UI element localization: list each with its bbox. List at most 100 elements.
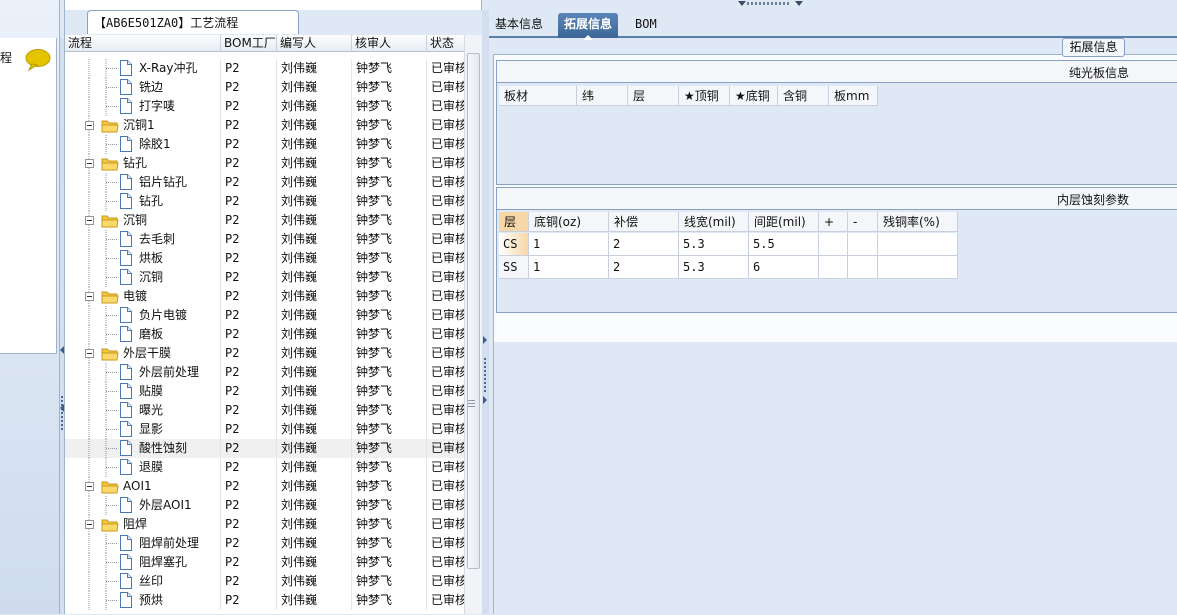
writer-cell[interactable]: 刘伟巍 [277,173,352,192]
process-name-cell[interactable]: 阻焊前处理 [65,534,221,553]
bom-factory-cell[interactable]: P2 [221,363,277,382]
table-row[interactable]: 曝光 P2 刘伟巍 钟梦飞 已审核 [65,401,464,420]
bom-factory-cell[interactable]: P2 [221,249,277,268]
process-name-cell[interactable]: 外层前处理 [65,363,221,382]
status-cell[interactable]: 已审核 [427,439,464,458]
checker-cell[interactable]: 钟梦飞 [352,572,427,591]
middle-splitter[interactable] [482,10,489,614]
etch-layer-cell[interactable]: CS [499,233,529,256]
checker-cell[interactable]: 钟梦飞 [352,363,427,382]
bom-factory-cell[interactable]: P2 [221,591,277,610]
status-cell[interactable]: 已审核 [427,173,464,192]
tab-basic-info[interactable]: 基本信息 [489,13,549,38]
process-name-cell[interactable]: AOI1 [65,477,221,496]
writer-cell[interactable]: 刘伟巍 [277,477,352,496]
col-checker-header[interactable]: 核审人 [352,35,427,52]
checker-cell[interactable]: 钟梦飞 [352,306,427,325]
etch-col-header[interactable]: 底铜(oz) [529,212,609,232]
table-row[interactable]: 钻孔 P2 刘伟巍 钟梦飞 已审核 [65,192,464,211]
board-col-header[interactable]: 纬 [577,86,628,106]
process-name-cell[interactable]: 沉铜 [65,211,221,230]
process-name-cell[interactable]: 钻孔 [65,192,221,211]
checker-cell[interactable]: 钟梦飞 [352,439,427,458]
table-row[interactable]: 除胶1 P2 刘伟巍 钟梦飞 已审核 [65,135,464,154]
checker-cell[interactable]: 钟梦飞 [352,477,427,496]
writer-cell[interactable]: 刘伟巍 [277,344,352,363]
writer-cell[interactable]: 刘伟巍 [277,363,352,382]
process-name-cell[interactable]: 去毛刺 [65,230,221,249]
etch-col-header[interactable]: 层 [499,212,529,232]
bom-factory-cell[interactable]: P2 [221,78,277,97]
process-name-cell[interactable]: 退膜 [65,458,221,477]
writer-cell[interactable]: 刘伟巍 [277,59,352,78]
status-cell[interactable]: 已审核 [427,211,464,230]
checker-cell[interactable]: 钟梦飞 [352,173,427,192]
bom-factory-cell[interactable]: P2 [221,173,277,192]
bom-factory-cell[interactable]: P2 [221,477,277,496]
checker-cell[interactable]: 钟梦飞 [352,59,427,78]
table-row[interactable]: 贴膜 P2 刘伟巍 钟梦飞 已审核 [65,382,464,401]
checker-cell[interactable]: 钟梦飞 [352,154,427,173]
checker-cell[interactable]: 钟梦飞 [352,534,427,553]
checker-cell[interactable]: 钟梦飞 [352,116,427,135]
writer-cell[interactable]: 刘伟巍 [277,154,352,173]
writer-cell[interactable]: 刘伟巍 [277,420,352,439]
table-row[interactable]: 沉铜 P2 刘伟巍 钟梦飞 已审核 [65,211,464,230]
process-name-cell[interactable]: 阻焊塞孔 [65,553,221,572]
status-cell[interactable]: 已审核 [427,154,464,173]
status-cell[interactable]: 已审核 [427,458,464,477]
bom-factory-cell[interactable]: P2 [221,458,277,477]
checker-cell[interactable]: 钟梦飞 [352,230,427,249]
checker-cell[interactable]: 钟梦飞 [352,325,427,344]
status-cell[interactable]: 已审核 [427,268,464,287]
top-splitter-grip[interactable] [735,0,805,10]
bom-factory-cell[interactable]: P2 [221,420,277,439]
status-cell[interactable]: 已审核 [427,553,464,572]
etch-value-cell[interactable]: 2 [609,233,679,256]
checker-cell[interactable]: 钟梦飞 [352,553,427,572]
table-row[interactable]: 铣边 P2 刘伟巍 钟梦飞 已审核 [65,78,464,97]
process-name-cell[interactable]: 铣边 [65,78,221,97]
process-name-cell[interactable]: 负片电镀 [65,306,221,325]
process-name-cell[interactable]: 打字唛 [65,97,221,116]
bom-factory-cell[interactable]: P2 [221,515,277,534]
etch-value-cell[interactable] [819,233,848,256]
board-col-header[interactable]: 板材 [499,86,577,106]
table-row[interactable]: 外层干膜 P2 刘伟巍 钟梦飞 已审核 [65,344,464,363]
status-cell[interactable]: 已审核 [427,496,464,515]
board-col-header[interactable]: ★顶铜 [679,86,730,106]
process-name-cell[interactable]: X-Ray冲孔 [65,59,221,78]
table-row[interactable]: 丝印 P2 刘伟巍 钟梦飞 已审核 [65,572,464,591]
bom-factory-cell[interactable]: P2 [221,382,277,401]
bom-factory-cell[interactable]: P2 [221,135,277,154]
checker-cell[interactable]: 钟梦飞 [352,458,427,477]
etch-col-header[interactable]: 线宽(mil) [679,212,749,232]
etch-value-cell[interactable]: 2 [609,256,679,279]
table-row[interactable]: 去毛刺 P2 刘伟巍 钟梦飞 已审核 [65,230,464,249]
status-cell[interactable]: 已审核 [427,116,464,135]
process-name-cell[interactable]: 钻孔 [65,154,221,173]
writer-cell[interactable]: 刘伟巍 [277,496,352,515]
table-row[interactable]: AOI1 P2 刘伟巍 钟梦飞 已审核 [65,477,464,496]
collapse-right-icon[interactable] [483,396,487,404]
writer-cell[interactable]: 刘伟巍 [277,249,352,268]
table-row[interactable]: 外层前处理 P2 刘伟巍 钟梦飞 已审核 [65,363,464,382]
board-col-header[interactable]: ★底铜 [730,86,778,106]
board-col-header[interactable]: 板mm [829,86,878,106]
checker-cell[interactable]: 钟梦飞 [352,515,427,534]
table-row[interactable]: 烘板 P2 刘伟巍 钟梦飞 已审核 [65,249,464,268]
col-status-header[interactable]: 状态 [427,35,464,52]
table-row[interactable]: 铝片钻孔 P2 刘伟巍 钟梦飞 已审核 [65,173,464,192]
checker-cell[interactable]: 钟梦飞 [352,78,427,97]
process-panel-title-tab[interactable]: 【AB6E501ZA0】工艺流程 [87,10,299,34]
table-row[interactable]: 退膜 P2 刘伟巍 钟梦飞 已审核 [65,458,464,477]
writer-cell[interactable]: 刘伟巍 [277,553,352,572]
table-row[interactable]: 阻焊前处理 P2 刘伟巍 钟梦飞 已审核 [65,534,464,553]
checker-cell[interactable]: 钟梦飞 [352,211,427,230]
status-cell[interactable]: 已审核 [427,97,464,116]
table-row[interactable]: 阻焊 P2 刘伟巍 钟梦飞 已审核 [65,515,464,534]
process-name-cell[interactable]: 曝光 [65,401,221,420]
writer-cell[interactable]: 刘伟巍 [277,230,352,249]
etch-col-header[interactable]: - [848,212,878,232]
etch-col-header[interactable]: 间距(mil) [749,212,819,232]
